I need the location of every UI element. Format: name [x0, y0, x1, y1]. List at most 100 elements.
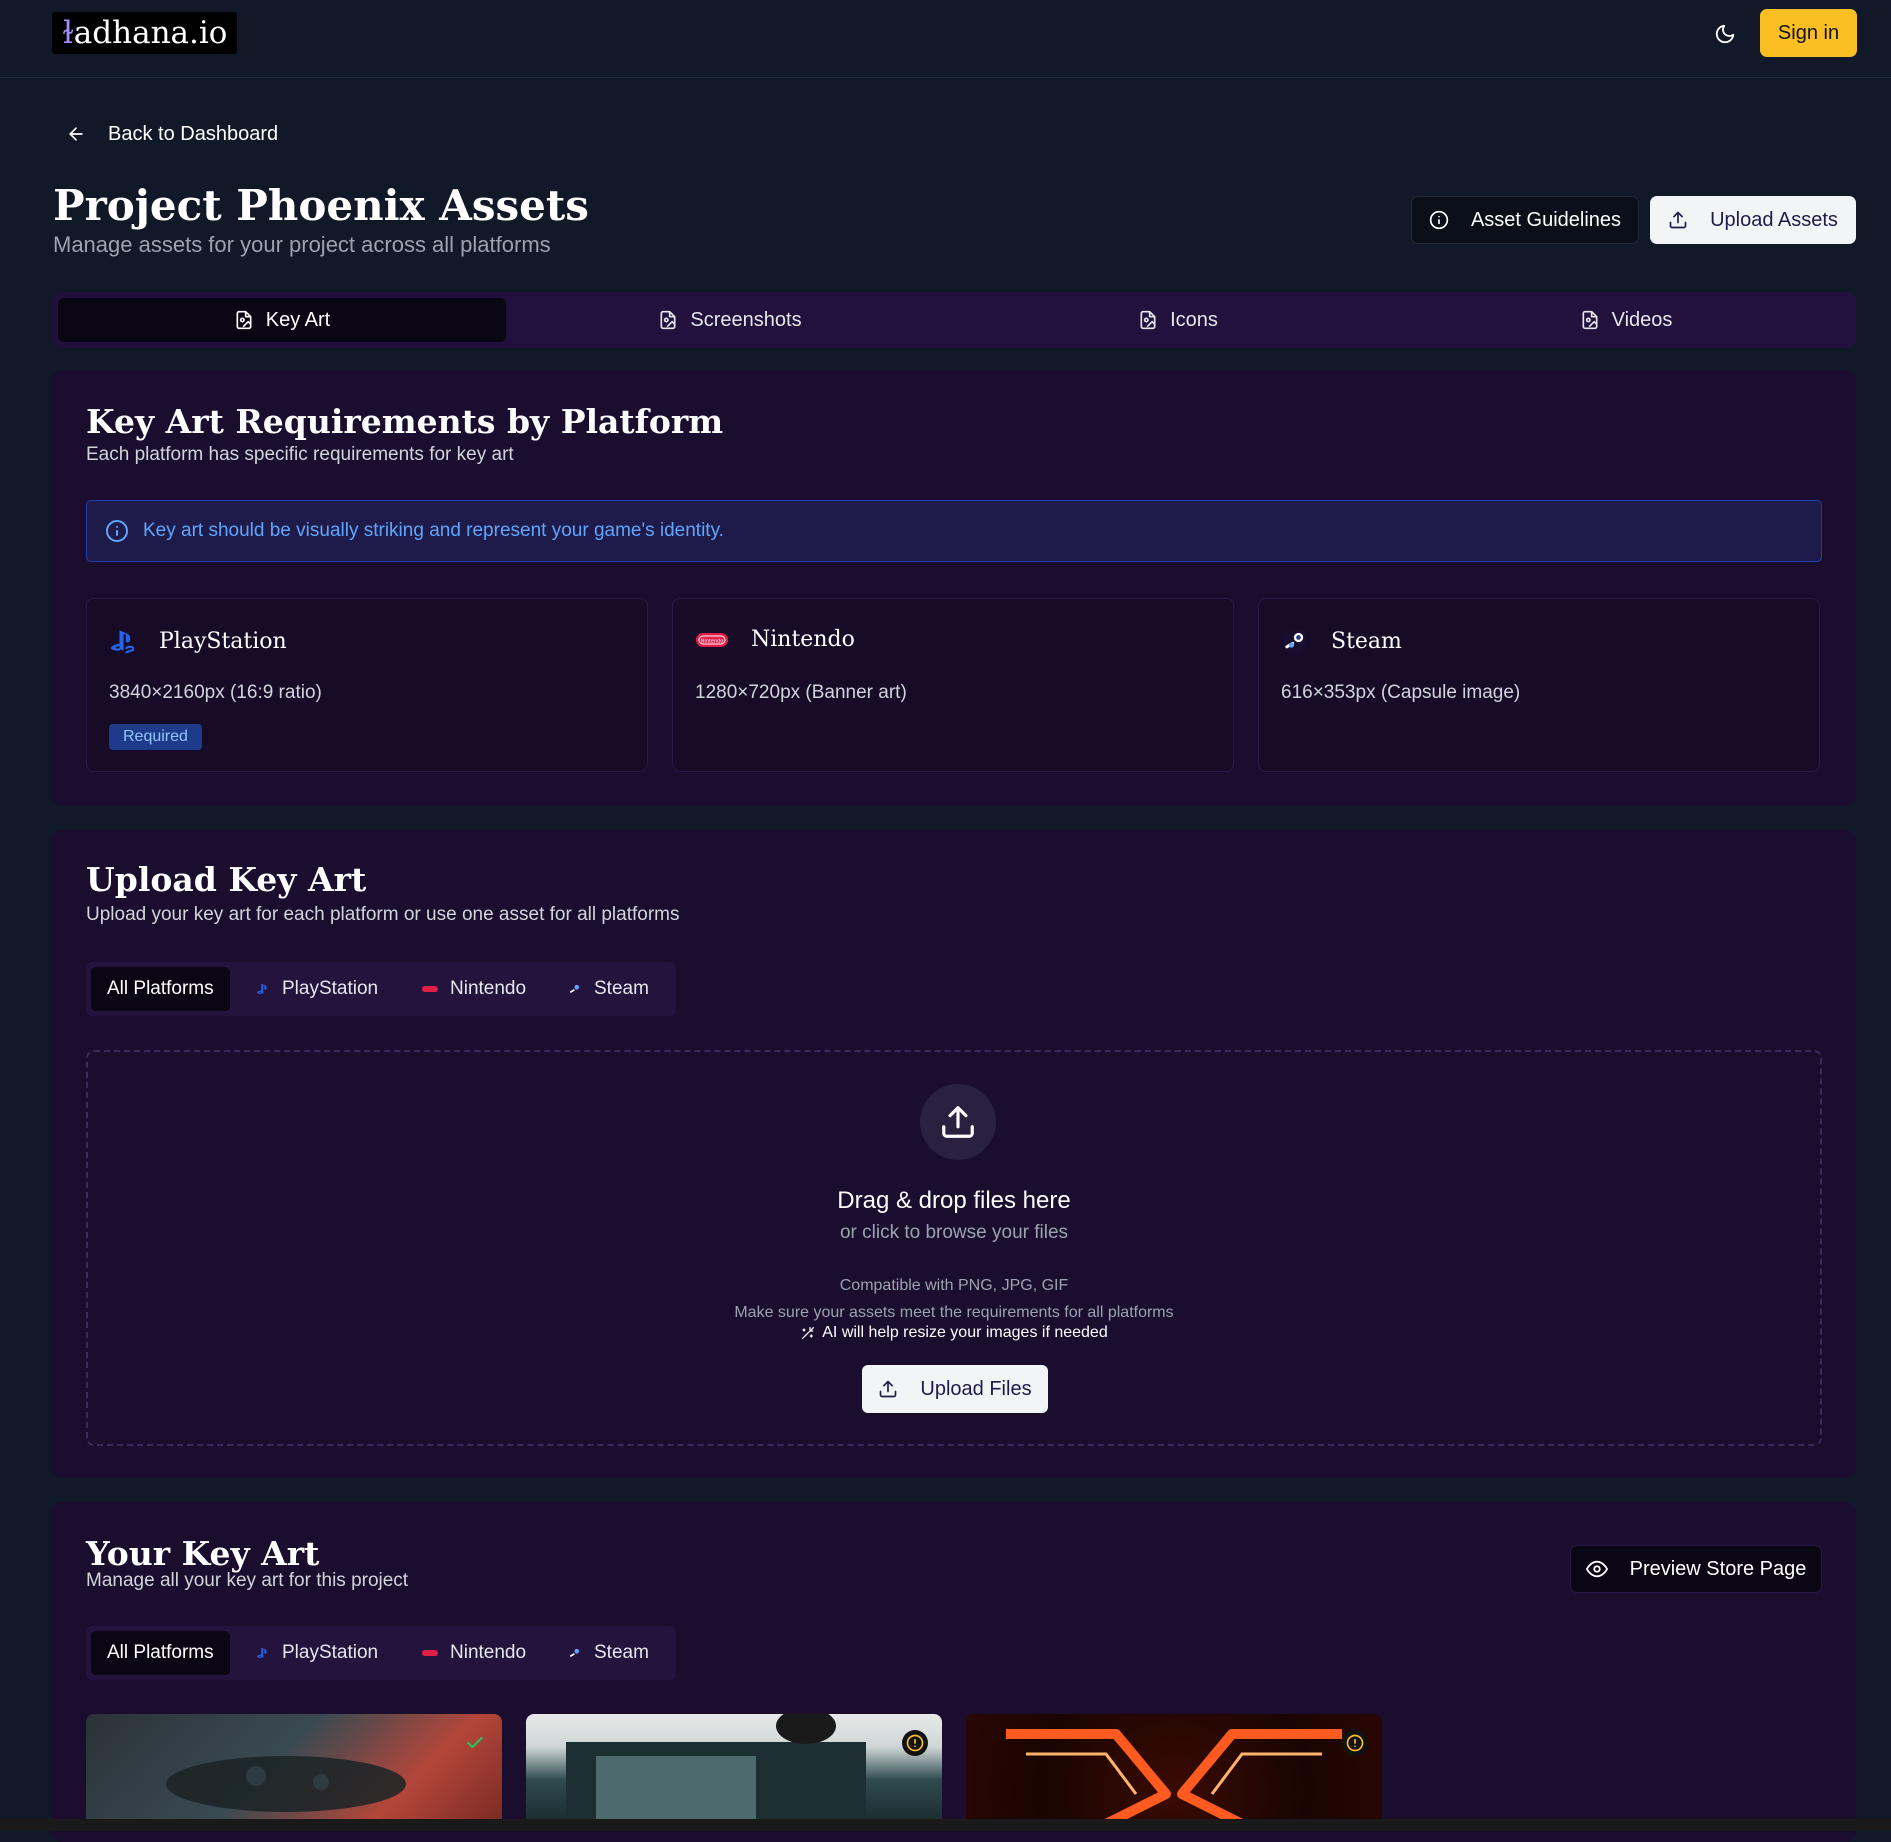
platform-spec: 616×353px (Capsule image)	[1281, 682, 1521, 703]
svg-text:Nintendo: Nintendo	[701, 638, 724, 644]
tab-label: Key Art	[265, 308, 331, 331]
sign-in-button[interactable]: Sign in	[1760, 9, 1857, 57]
platform-name: Nintendo	[751, 627, 855, 652]
logo-mark: ɫ	[62, 15, 74, 51]
filter-label: PlayStation	[282, 978, 379, 999]
nintendo-icon: Nintendo	[696, 632, 728, 647]
library-card: Your Key Art Manage all your key art for…	[52, 1502, 1856, 1842]
drop-title: Drag & drop files here	[837, 1187, 1071, 1214]
platform-name: Steam	[1331, 628, 1402, 654]
tab-videos[interactable]: Videos	[1402, 298, 1850, 342]
arrow-left-icon	[68, 127, 83, 141]
filter-nintendo[interactable]: Nintendo	[422, 1631, 526, 1675]
tab-label: Videos	[1611, 308, 1673, 331]
platform-spec: 3840×2160px (16:9 ratio)	[109, 682, 322, 703]
key-art-thumbnail[interactable]	[86, 1714, 502, 1824]
ai-note: AI will help resize your images if neede…	[88, 1324, 1820, 1342]
upload-icon	[1669, 211, 1687, 229]
drop-zone[interactable]: Drag & drop files here or click to brows…	[86, 1050, 1822, 1446]
file-image-icon	[1582, 310, 1598, 330]
filter-all-platforms[interactable]: All Platforms	[91, 1631, 230, 1675]
upload-files-button[interactable]: Upload Files	[862, 1365, 1048, 1413]
theme-toggle-button[interactable]	[1708, 17, 1742, 51]
filter-label: All Platforms	[107, 978, 214, 999]
back-to-dashboard-link[interactable]: Back to Dashboard	[66, 118, 278, 150]
upload-title: Upload Key Art	[86, 860, 367, 899]
platform-card-playstation: PlayStation 3840×2160px (16:9 ratio) Req…	[86, 598, 648, 772]
upload-files-label: Upload Files	[920, 1377, 1032, 1400]
platform-card-nintendo: Nintendo Nintendo 1280×720px (Banner art…	[672, 598, 1234, 772]
info-text: Key art should be visually striking and …	[143, 520, 724, 541]
filter-label: Nintendo	[450, 978, 527, 999]
tab-icons[interactable]: Icons	[954, 298, 1402, 342]
playstation-icon	[256, 983, 267, 994]
warning-status	[1342, 1730, 1368, 1756]
filter-all-platforms[interactable]: All Platforms	[91, 967, 230, 1011]
steam-icon	[570, 1648, 580, 1657]
filter-label: PlayStation	[282, 1642, 379, 1663]
library-subtitle: Manage all your key art for this project	[86, 1570, 409, 1591]
file-image-icon	[1140, 310, 1156, 330]
back-label: Back to Dashboard	[108, 122, 279, 145]
asset-guidelines-label: Asset Guidelines	[1470, 208, 1622, 231]
filter-nintendo[interactable]: Nintendo	[422, 967, 526, 1011]
filter-playstation[interactable]: PlayStation	[256, 1631, 378, 1675]
upload-icon	[880, 1380, 897, 1398]
key-art-thumbnail[interactable]	[526, 1714, 942, 1824]
preview-label: Preview Store Page	[1629, 1557, 1807, 1580]
nintendo-icon	[422, 1650, 438, 1656]
filter-label: Steam	[594, 1642, 649, 1663]
requirements-card: Key Art Requirements by Platform Each pl…	[52, 370, 1856, 806]
alert-icon	[906, 1734, 924, 1752]
upload-assets-label: Upload Assets	[1710, 208, 1838, 231]
platform-name: PlayStation	[159, 628, 287, 654]
logo[interactable]: ɫadhana.io	[52, 12, 238, 54]
library-platform-filter: All Platforms PlayStation Nintendo Steam	[86, 1626, 676, 1680]
filter-steam[interactable]: Steam	[568, 1631, 649, 1675]
upload-platform-filter: All Platforms PlayStation Nintendo Steam	[86, 962, 676, 1016]
magic-wand-icon	[802, 1327, 815, 1339]
key-art-thumbnail[interactable]	[966, 1714, 1382, 1824]
eye-icon	[1585, 1560, 1608, 1578]
compat-note: Compatible with PNG, JPG, GIF	[839, 1277, 1069, 1294]
steam-icon	[1282, 628, 1308, 654]
platform-card-steam: Steam 616×353px (Capsule image)	[1258, 598, 1820, 772]
moon-icon	[1715, 24, 1735, 44]
playstation-icon	[256, 1647, 267, 1658]
tab-key-art[interactable]: Key Art	[58, 298, 506, 342]
filter-label: Nintendo	[450, 1642, 527, 1663]
upload-subtitle: Upload your key art for each platform or…	[86, 904, 680, 925]
requirements-title: Key Art Requirements by Platform	[86, 402, 724, 441]
upload-card: Upload Key Art Upload your key art for e…	[52, 830, 1856, 1478]
platform-spec: 1280×720px (Banner art)	[695, 682, 907, 703]
tab-label: Screenshots	[690, 308, 802, 331]
neon-image	[1006, 1729, 1342, 1824]
logo-text: adhana.io	[73, 15, 228, 51]
approved-status	[462, 1730, 488, 1756]
file-image-icon	[660, 310, 676, 330]
info-banner: Key art should be visually striking and …	[86, 500, 1822, 562]
controller-image	[166, 1756, 406, 1812]
filter-label: All Platforms	[107, 1642, 214, 1663]
file-image-icon	[236, 310, 252, 330]
playstation-icon	[110, 630, 135, 654]
asset-type-tabs: Key Art Screenshots Icons Videos	[52, 292, 1856, 348]
monitor-image	[566, 1714, 866, 1824]
tab-screenshots[interactable]: Screenshots	[506, 298, 954, 342]
info-icon	[1429, 210, 1449, 230]
requirements-note: Make sure your assets meet the requireme…	[734, 1304, 1174, 1321]
page-subtitle: Manage assets for your project across al…	[53, 232, 551, 257]
filter-playstation[interactable]: PlayStation	[256, 967, 378, 1011]
alert-icon	[1346, 1734, 1364, 1752]
info-icon	[106, 520, 128, 542]
ai-note-text: AI will help resize your images if neede…	[822, 1324, 1108, 1341]
required-badge: Required	[109, 724, 202, 750]
upload-assets-button[interactable]: Upload Assets	[1650, 196, 1856, 244]
check-icon	[467, 1736, 483, 1749]
filter-steam[interactable]: Steam	[568, 967, 649, 1011]
page-title: Project Phoenix Assets	[53, 181, 589, 230]
asset-guidelines-button[interactable]: Asset Guidelines	[1411, 196, 1639, 244]
bottom-edge	[0, 1819, 1891, 1831]
preview-store-page-button[interactable]: Preview Store Page	[1570, 1545, 1822, 1593]
upload-icon-circle	[920, 1084, 996, 1160]
